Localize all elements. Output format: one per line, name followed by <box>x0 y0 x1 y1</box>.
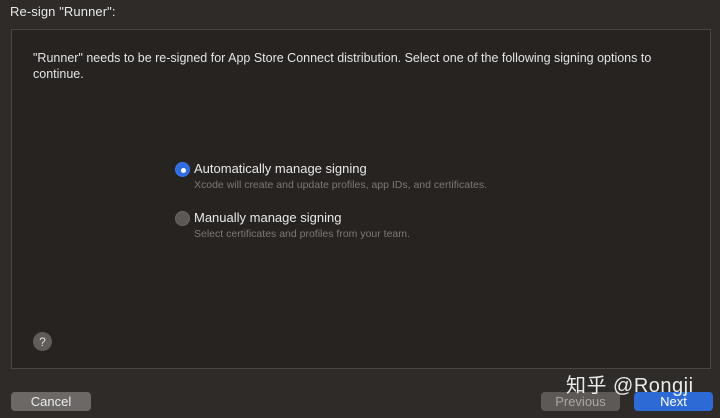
option-automatic-signing[interactable]: Automatically manage signing Xcode will … <box>175 161 487 192</box>
option-description: Xcode will create and update profiles, a… <box>194 179 487 191</box>
option-manual-signing[interactable]: Manually manage signing Select certifica… <box>175 210 410 241</box>
radio-selected-icon[interactable] <box>175 162 190 177</box>
radio-unselected-icon[interactable] <box>175 211 190 226</box>
cancel-button[interactable]: Cancel <box>11 392 91 411</box>
signing-options-panel: "Runner" needs to be re-signed for App S… <box>11 29 711 369</box>
help-button[interactable]: ? <box>33 332 52 351</box>
option-description: Select certificates and profiles from yo… <box>194 228 410 240</box>
resign-dialog: Re-sign "Runner": "Runner" needs to be r… <box>0 0 720 418</box>
dialog-title: Re-sign "Runner": <box>10 4 116 19</box>
option-label: Automatically manage signing <box>194 161 367 176</box>
option-label: Manually manage signing <box>194 210 342 225</box>
dialog-description: "Runner" needs to be re-signed for App S… <box>33 51 652 81</box>
watermark-text: 知乎 @Rongji <box>566 375 694 397</box>
